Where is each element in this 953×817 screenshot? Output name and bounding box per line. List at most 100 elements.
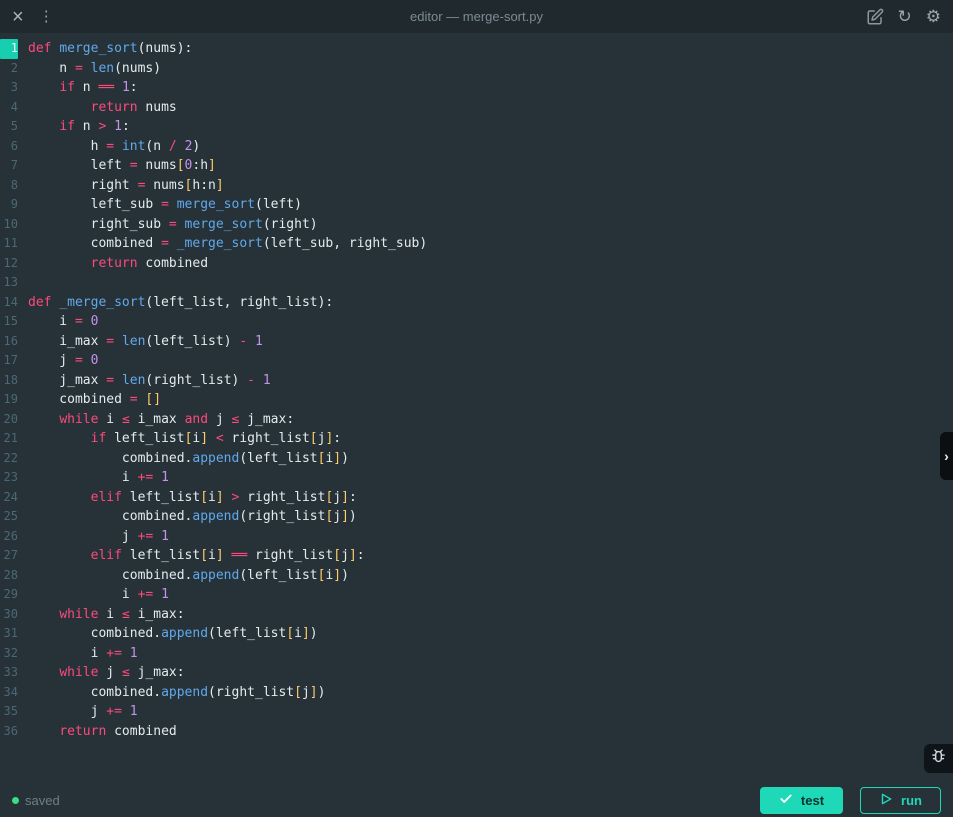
line-number: 20	[0, 410, 18, 430]
line-number: 26	[0, 527, 18, 547]
line-number: 27	[0, 546, 18, 566]
line-number: 36	[0, 722, 18, 742]
code-line[interactable]: 22 combined.append(left_list[i])	[0, 449, 953, 469]
play-icon	[879, 792, 893, 809]
code-line[interactable]: 31 combined.append(left_list[i])	[0, 624, 953, 644]
line-number: 21	[0, 429, 18, 449]
code-line[interactable]: 12 return combined	[0, 254, 953, 274]
save-status: saved	[12, 793, 60, 808]
code-line[interactable]: 27 elif left_list[i] ══ right_list[j]:	[0, 546, 953, 566]
code-line[interactable]: 20 while i ≤ i_max and j ≤ j_max:	[0, 410, 953, 430]
code-text: h = int(n / 2)	[18, 137, 200, 157]
code-text: if left_list[i] < right_list[j]:	[18, 429, 341, 449]
titlebar: × ⋮ editor — merge-sort.py ↻ ⚙	[0, 0, 953, 33]
code-text: right = nums[h:n]	[18, 176, 224, 196]
run-button[interactable]: run	[860, 787, 941, 814]
code-text: combined.append(right_list[j])	[18, 507, 357, 527]
code-line[interactable]: 11 combined = _merge_sort(left_sub, righ…	[0, 234, 953, 254]
code-line[interactable]: 36 return combined	[0, 722, 953, 742]
code-text: left = nums[0:h]	[18, 156, 216, 176]
line-number: 9	[0, 195, 18, 215]
code-line[interactable]: 21 if left_list[i] < right_list[j]:	[0, 429, 953, 449]
saved-dot-icon	[12, 797, 19, 804]
code-text: return combined	[18, 254, 208, 274]
code-line[interactable]: 8 right = nums[h:n]	[0, 176, 953, 196]
code-line[interactable]: 17 j = 0	[0, 351, 953, 371]
line-number: 35	[0, 702, 18, 722]
line-number: 11	[0, 234, 18, 254]
code-text: n = len(nums)	[18, 59, 161, 79]
line-number: 25	[0, 507, 18, 527]
debug-button[interactable]	[924, 744, 953, 773]
bug-icon	[930, 748, 947, 770]
gear-icon[interactable]: ⚙	[926, 8, 941, 25]
code-line[interactable]: 15 i = 0	[0, 312, 953, 332]
line-number: 28	[0, 566, 18, 586]
code-line[interactable]: 19 combined = []	[0, 390, 953, 410]
saved-label: saved	[25, 793, 60, 808]
kebab-menu-icon[interactable]: ⋮	[39, 9, 54, 24]
code-line[interactable]: 6 h = int(n / 2)	[0, 137, 953, 157]
code-line[interactable]: 5 if n > 1:	[0, 117, 953, 137]
code-line[interactable]: 9 left_sub = merge_sort(left)	[0, 195, 953, 215]
code-text: combined = _merge_sort(left_sub, right_s…	[18, 234, 427, 254]
code-line[interactable]: 26 j += 1	[0, 527, 953, 547]
line-number: 19	[0, 390, 18, 410]
line-number: 30	[0, 605, 18, 625]
code-line[interactable]: 7 left = nums[0:h]	[0, 156, 953, 176]
code-line[interactable]: 3 if n ══ 1:	[0, 78, 953, 98]
line-number: 3	[0, 78, 18, 98]
code-text: def merge_sort(nums):	[18, 39, 192, 59]
code-text: i += 1	[18, 644, 138, 664]
code-line[interactable]: 28 combined.append(left_list[i])	[0, 566, 953, 586]
code-line[interactable]: 35 j += 1	[0, 702, 953, 722]
line-number: 33	[0, 663, 18, 683]
close-icon[interactable]: ×	[12, 7, 24, 27]
check-icon	[779, 792, 793, 809]
code-line[interactable]: 1def merge_sort(nums):	[0, 39, 953, 59]
code-text: return combined	[18, 722, 177, 742]
line-number: 14	[0, 293, 18, 313]
code-line[interactable]: 2 n = len(nums)	[0, 59, 953, 79]
code-text: i = 0	[18, 312, 98, 332]
test-button[interactable]: test	[760, 787, 843, 814]
code-text: if n > 1:	[18, 117, 130, 137]
code-text: j_max = len(right_list) - 1	[18, 371, 271, 391]
refresh-icon[interactable]: ↻	[898, 8, 912, 25]
line-number: 4	[0, 98, 18, 118]
code-line[interactable]: 32 i += 1	[0, 644, 953, 664]
code-text: j += 1	[18, 527, 169, 547]
line-number: 12	[0, 254, 18, 274]
code-text	[18, 273, 28, 293]
code-line[interactable]: 18 j_max = len(right_list) - 1	[0, 371, 953, 391]
code-line[interactable]: 13	[0, 273, 953, 293]
code-text: combined.append(left_list[i])	[18, 449, 349, 469]
code-text: while i ≤ i_max and j ≤ j_max:	[18, 410, 294, 430]
chevron-right-icon: ›	[944, 448, 949, 464]
statusbar: saved test run	[0, 784, 953, 817]
code-line[interactable]: 10 right_sub = merge_sort(right)	[0, 215, 953, 235]
code-line[interactable]: 33 while j ≤ j_max:	[0, 663, 953, 683]
code-editor[interactable]: 1def merge_sort(nums):2 n = len(nums)3 i…	[0, 33, 953, 784]
code-line[interactable]: 34 combined.append(right_list[j])	[0, 683, 953, 703]
run-button-label: run	[901, 793, 922, 808]
code-line[interactable]: 24 elif left_list[i] > right_list[j]:	[0, 488, 953, 508]
code-line[interactable]: 16 i_max = len(left_list) - 1	[0, 332, 953, 352]
code-line[interactable]: 25 combined.append(right_list[j])	[0, 507, 953, 527]
code-text: elif left_list[i] ══ right_list[j]:	[18, 546, 365, 566]
window-title: editor — merge-sort.py	[0, 9, 953, 24]
code-text: i += 1	[18, 468, 169, 488]
edit-icon[interactable]	[866, 8, 884, 26]
line-number: 16	[0, 332, 18, 352]
code-line[interactable]: 30 while i ≤ i_max:	[0, 605, 953, 625]
line-number: 7	[0, 156, 18, 176]
code-line[interactable]: 4 return nums	[0, 98, 953, 118]
line-number: 24	[0, 488, 18, 508]
code-line[interactable]: 23 i += 1	[0, 468, 953, 488]
side-panel-toggle[interactable]: ›	[940, 432, 953, 480]
code-text: right_sub = merge_sort(right)	[18, 215, 318, 235]
line-number: 6	[0, 137, 18, 157]
code-line[interactable]: 29 i += 1	[0, 585, 953, 605]
code-line[interactable]: 14def _merge_sort(left_list, right_list)…	[0, 293, 953, 313]
code-text: combined.append(left_list[i])	[18, 624, 318, 644]
